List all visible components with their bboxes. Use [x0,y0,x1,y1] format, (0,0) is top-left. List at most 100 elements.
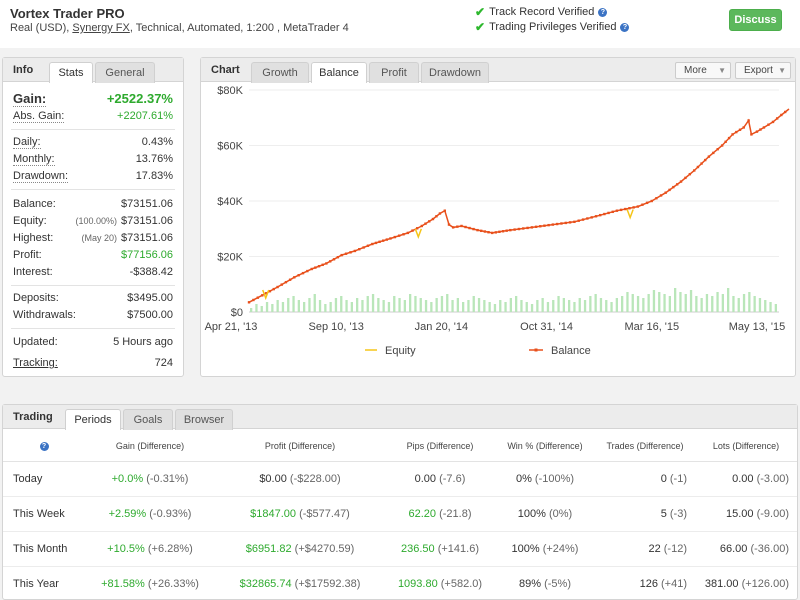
volume-bar [668,296,671,312]
volume-bar [583,300,587,312]
balance-point [460,224,463,228]
balance-point [321,263,324,267]
balance-point [297,274,300,277]
volume-bar [340,296,343,312]
volume-bar [695,296,698,312]
volume-bar [716,292,719,312]
profit-cell: $0.00 (-$228.00) [215,461,385,497]
help-icon[interactable]: ? [39,442,49,452]
volume-bar [260,306,263,312]
volume-bar [271,304,274,312]
trading-panel-title: Trading [13,411,53,423]
balance-point [310,267,313,271]
chart-panel: Chart Growth Balance Profit Drawdown Mor… [200,57,796,377]
balance-point [624,207,627,211]
volume-bar [530,304,534,312]
balance-point [276,285,279,289]
balance-point [362,246,365,249]
tab-drawdown[interactable]: Drawdown [421,62,489,83]
balance-point [615,209,619,212]
volume-bar [493,304,497,312]
interest-row: Interest: -$388.42 [13,266,173,280]
gain-value: +2522.37% [106,91,173,106]
periods-table: ? Gain (Difference) Profit (Difference) … [3,431,797,600]
profit-row: Profit: $77156.06 [13,249,173,263]
col-win: Win % (Difference) [495,431,595,462]
volume-bar [626,292,629,312]
gain-label: Gain: [13,91,47,107]
account-details: , Technical, Automated, 1:200 , MetaTrad… [129,22,349,34]
volume-bar [663,294,666,312]
x-tick-label: Oct 31, '14 [520,321,573,333]
broker-link[interactable]: Synergy FX [72,22,129,34]
export-dropdown[interactable]: Export ▼ [735,62,791,79]
volume-bar [557,296,560,312]
trades-cell: 0 (-1) [595,461,695,497]
balance-point [564,221,567,225]
chevron-down-icon: ▼ [718,66,726,75]
balance-point [522,227,525,230]
balance-point [498,230,501,234]
volume-bar [509,298,512,312]
tab-general[interactable]: General [95,62,155,83]
profit-cell: $32865.74 (+$17592.38) [215,566,385,600]
volume-bar [769,302,772,312]
chart-panel-title: Chart [211,64,240,76]
tab-profit[interactable]: Profit [369,62,419,83]
volume-bar [414,296,417,312]
trading-panel: Trading Periods Goals Browser ? Gain (Di… [2,404,798,600]
drawdown-row: Drawdown: 17.83% [13,170,173,184]
balance-point [668,188,671,192]
col-gain: Gain (Difference) [85,431,215,462]
monthly-label: Monthly: [13,153,55,166]
balance-point [696,165,700,169]
tracking-link[interactable]: Tracking: [13,357,58,369]
balance-point [374,241,378,245]
tab-periods[interactable]: Periods [65,409,121,430]
balance-value: $73151.06 [121,198,173,210]
volume-bar [605,300,608,312]
more-dropdown[interactable]: More ▼ [675,62,731,79]
help-icon[interactable]: ? [598,7,608,17]
monthly-row: Monthly: 13.76% [13,153,173,167]
y-tick-label: $80K [217,85,243,97]
volume-bar [430,302,433,312]
volume-bar [647,294,650,312]
tab-growth[interactable]: Growth [251,62,309,83]
discuss-button[interactable]: Discuss [729,9,782,31]
volume-bar [297,300,300,312]
trading-panel-header: Trading Periods Goals Browser [3,405,797,430]
balance-label: Balance: [13,198,56,210]
tab-goals[interactable]: Goals [123,409,173,430]
balance-point [306,269,309,273]
tab-balance[interactable]: Balance [311,62,367,83]
volume-bar [477,298,481,312]
volume-bar [329,302,332,312]
balance-point [611,210,614,214]
drawdown-value: 17.83% [135,170,173,182]
balance-point [389,237,392,240]
balance-chart[interactable]: $0 $20K $40K $60K $80K Apr 21, '13 Sep 10, '13… [201,82,795,376]
balance-point [272,287,275,291]
balance-point [487,231,490,234]
balance-point [261,294,264,297]
table-row: This Week +2.59% (-0.93%) $1847.00 (-$577.… [3,496,797,532]
tab-browser[interactable]: Browser [175,409,233,430]
daily-row: Daily: 0.43% [13,136,173,150]
balance-point [366,244,370,247]
balance-point [256,296,260,299]
tab-stats[interactable]: Stats [49,62,93,83]
balance-point [712,151,715,155]
win-cell: 100% (0%) [495,496,595,532]
balance-point [632,206,635,209]
chart-panel-header: Chart Growth Balance Profit Drawdown Mor… [201,58,795,83]
volume-bar [562,298,565,312]
volume-bar [525,302,528,312]
help-icon[interactable]: ? [620,22,630,32]
volume-bar [758,298,762,312]
trades-cell: 5 (-3) [595,496,695,532]
balance-row: Balance: $73151.06 [13,198,173,212]
volume-bar [446,294,449,312]
interest-label: Interest: [13,266,53,278]
divider [11,129,175,130]
